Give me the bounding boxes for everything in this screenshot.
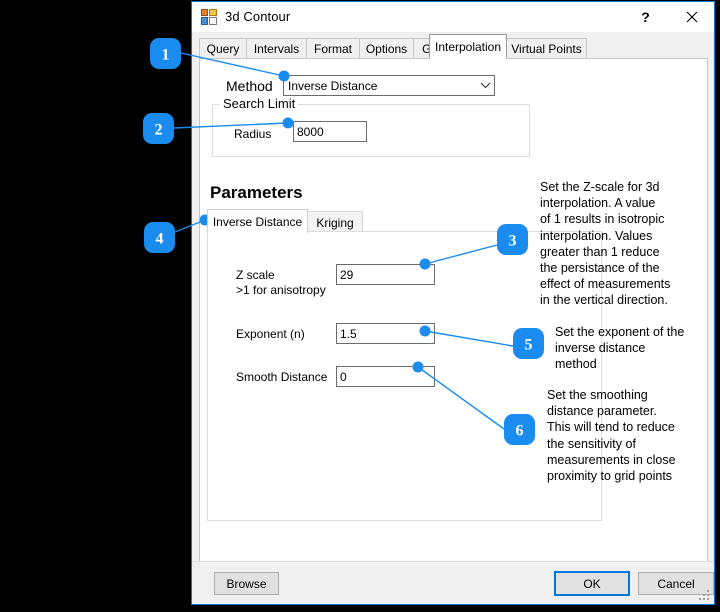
window-title: 3d Contour [225,9,290,25]
annotation-badge-4: 4 [144,222,175,253]
radius-input[interactable] [293,121,367,142]
tab-interpolation[interactable]: Interpolation [429,34,507,59]
annotation-badge-label: 1 [162,47,170,64]
method-dropdown-value: Inverse Distance [284,79,477,93]
exponent-input[interactable] [336,323,435,344]
tab-intervals[interactable]: Intervals [246,38,307,59]
smooth-distance-input[interactable] [336,366,435,387]
dialog-footer: Browse OK Cancel [192,561,714,604]
browse-button[interactable]: Browse [214,572,279,595]
tab-virtual-points[interactable]: Virtual Points [506,38,587,59]
z-scale-help-text: Set the Z-scale for 3d interpolation. A … [540,179,710,309]
dialog-window: 3d Contour ? Query Intervals Format Opti… [191,1,715,605]
exponent-help-text: Set the exponent of the inverse distance… [555,324,715,373]
annotation-badge-1: 1 [150,38,181,69]
tab-kriging[interactable]: Kriging [307,211,363,233]
search-limit-group-title: Search Limit [220,96,298,111]
tab-options[interactable]: Options [359,38,414,59]
annotation-badge-label: 4 [156,231,164,248]
ok-button[interactable]: OK [554,571,630,596]
tab-query[interactable]: Query [199,38,247,59]
method-dropdown[interactable]: Inverse Distance [283,75,495,96]
title-bar: 3d Contour ? [192,2,714,32]
parameters-heading: Parameters [210,183,303,203]
tab-format[interactable]: Format [306,38,360,59]
chevron-down-icon [477,82,494,89]
smooth-distance-help-text: Set the smoothing distance parameter. Th… [547,387,712,484]
help-button[interactable]: ? [623,2,668,31]
z-scale-sublabel: >1 for anisotropy [236,283,326,297]
close-icon[interactable] [669,2,714,31]
resize-grip[interactable] [699,590,711,602]
method-label: Method [226,78,273,94]
annotation-badge-label: 2 [155,122,163,139]
z-scale-label: Z scale [236,268,275,282]
tab-strip: Query Intervals Format Options Grid Inte… [199,37,708,59]
radius-label: Radius [234,127,271,141]
tab-inverse-distance[interactable]: Inverse Distance [207,209,308,233]
exponent-label: Exponent (n) [236,327,305,341]
annotation-badge-2: 2 [143,113,174,144]
interpolation-tab-page: Method Inverse Distance Search Limit Rad… [199,58,708,563]
smooth-distance-label: Smooth Distance [236,370,327,384]
z-scale-input[interactable] [336,264,435,285]
form-designer-icon [201,9,217,25]
